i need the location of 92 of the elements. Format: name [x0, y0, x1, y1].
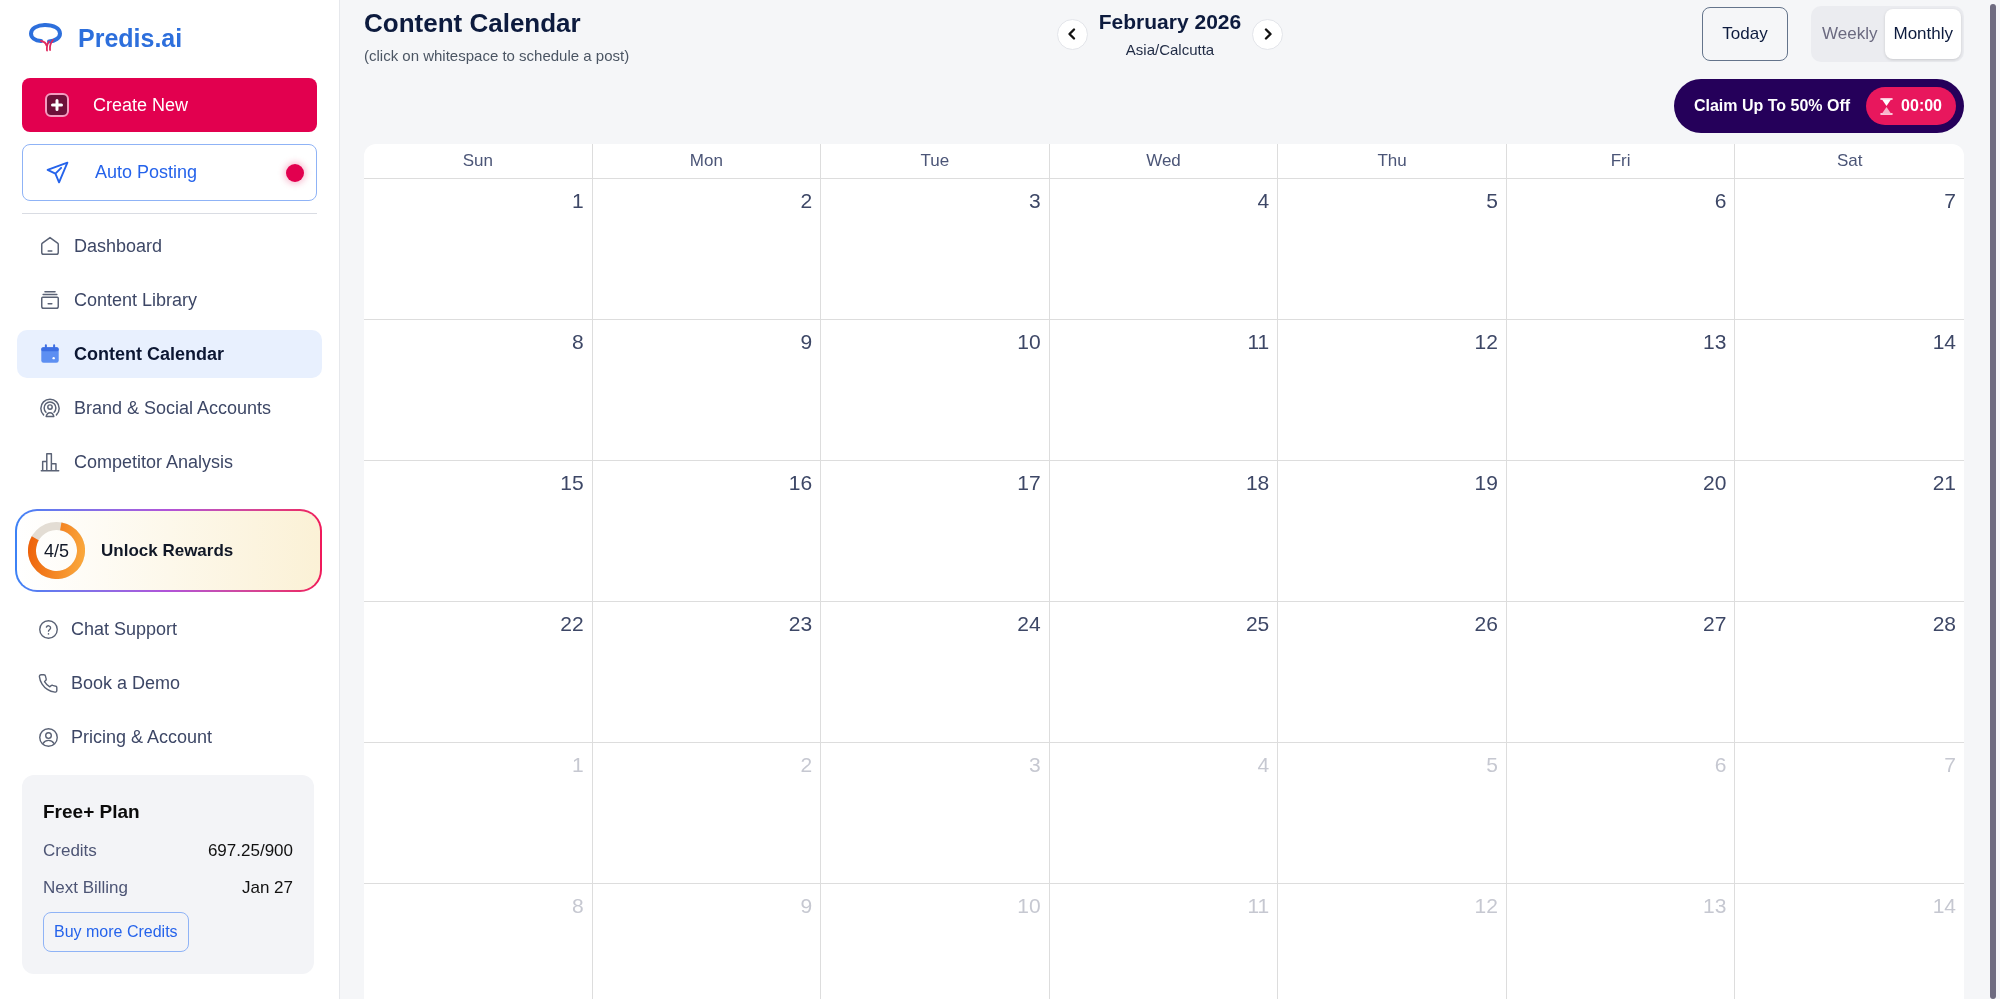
weekday-label: Fri	[1610, 150, 1631, 173]
house-icon	[39, 235, 61, 257]
weekday-label: Mon	[689, 150, 723, 173]
weekday-label: Tue	[920, 150, 950, 173]
plus-square-icon	[45, 93, 69, 117]
day-number: 15	[560, 471, 584, 495]
weekday-label: Wed	[1146, 150, 1181, 173]
user-circle-icon	[38, 726, 59, 748]
day-number: 17	[1017, 471, 1041, 495]
hourglass-icon	[1880, 97, 1894, 115]
timer-text: 00:00	[1901, 96, 1942, 116]
weekday-label: Sat	[1836, 150, 1863, 173]
day-number: 3	[1029, 753, 1041, 777]
sidebar-nav-item[interactable]: Pricing & Account	[17, 713, 322, 761]
plan-row-label: Next Billing	[43, 877, 129, 899]
day-number: 16	[788, 471, 813, 495]
weekday-label: Sun	[462, 150, 493, 173]
day-number: 4	[1257, 189, 1270, 213]
today-button[interactable]: Today	[1702, 7, 1789, 61]
page-title: Content Calendar	[364, 7, 581, 40]
day-number: 4	[1257, 753, 1270, 777]
day-number: 11	[1247, 330, 1270, 354]
day-number: 18	[1245, 471, 1270, 495]
day-number: 25	[1245, 612, 1270, 636]
plan-row-value: Jan 27	[241, 877, 293, 899]
day-number: 7	[1944, 189, 1956, 213]
bar-chart-icon	[39, 451, 61, 473]
sidebar-nav-item[interactable]: Dashboard	[17, 222, 322, 270]
day-number: 2	[800, 753, 813, 777]
timezone-label: Asia/Calcutta	[1125, 40, 1215, 60]
day-number: 5	[1486, 753, 1498, 777]
archive-box-icon	[39, 289, 61, 311]
day-number: 24	[1017, 612, 1041, 636]
broadcast-person-icon	[39, 397, 61, 419]
day-number: 12	[1474, 330, 1498, 354]
weekday-label: Thu	[1377, 150, 1407, 173]
scrollbar-thumb[interactable]	[1990, 4, 1996, 999]
sidebar-nav-item[interactable]: Content Library	[17, 276, 322, 324]
day-number: 22	[560, 612, 584, 636]
day-number: 9	[800, 330, 813, 354]
day-number: 13	[1703, 894, 1727, 918]
create-new-button[interactable]: Create New	[22, 78, 317, 132]
day-number: 5	[1486, 189, 1498, 213]
progress-count: 4/5	[44, 539, 69, 562]
month-label: February 2026	[1098, 9, 1242, 35]
day-number: 8	[571, 330, 584, 354]
auto-posting-button[interactable]: Auto Posting	[22, 144, 317, 201]
day-number: 20	[1703, 471, 1727, 495]
day-number: 7	[1944, 753, 1956, 777]
next-month-button[interactable]	[1252, 18, 1284, 50]
day-number: 14	[1932, 894, 1956, 918]
paper-plane-icon	[45, 160, 70, 185]
day-number: 13	[1703, 330, 1727, 354]
view-tab[interactable]: Monthly	[1885, 9, 1961, 59]
day-number: 1	[571, 753, 584, 777]
sidebar-nav-item[interactable]: Content Calendar	[17, 330, 322, 378]
day-number: 28	[1932, 612, 1956, 636]
day-number: 8	[571, 894, 584, 918]
day-number: 10	[1017, 894, 1041, 918]
day-number: 6	[1714, 189, 1727, 213]
phone-icon	[38, 672, 59, 694]
day-number: 10	[1017, 330, 1041, 354]
day-number: 19	[1474, 471, 1498, 495]
question-circle-icon	[38, 618, 59, 640]
sidebar-nav-item[interactable]: Brand & Social Accounts	[17, 384, 322, 432]
day-number: 9	[800, 894, 813, 918]
day-number: 27	[1703, 612, 1727, 636]
day-number: 23	[788, 612, 813, 636]
sidebar-nav-item[interactable]: Chat Support	[17, 605, 322, 653]
day-number: 1	[571, 189, 584, 213]
plan-title: Free+ Plan	[43, 800, 140, 824]
page-subtitle: (click on whitespace to schedule a post)	[364, 46, 630, 66]
promo-banner[interactable]: Claim Up To 50% Off 00:00	[1673, 79, 1964, 133]
logo-text: Predis.ai	[78, 23, 183, 54]
rewards-card[interactable]: 4/5 Unlock Rewards	[15, 509, 322, 592]
day-number: 3	[1029, 189, 1041, 213]
plan-row-label: Credits	[43, 840, 97, 862]
plan-row-value: 697.25/900	[207, 840, 293, 862]
day-number: 6	[1714, 753, 1727, 777]
day-number: 12	[1474, 894, 1498, 918]
day-number: 2	[800, 189, 813, 213]
view-tab[interactable]: Weekly	[1814, 9, 1886, 59]
progress-ring	[28, 522, 85, 579]
day-number: 14	[1932, 330, 1956, 354]
previous-month-button[interactable]	[1056, 18, 1088, 50]
day-number: 26	[1474, 612, 1498, 636]
day-number: 11	[1247, 894, 1270, 918]
calendar-icon	[39, 343, 61, 365]
day-number: 21	[1932, 471, 1956, 495]
buy-credits-button[interactable]: Buy more Credits	[43, 912, 189, 952]
sidebar-nav-item[interactable]: Competitor Analysis	[17, 438, 322, 486]
sidebar-nav-item[interactable]: Book a Demo	[17, 659, 322, 707]
